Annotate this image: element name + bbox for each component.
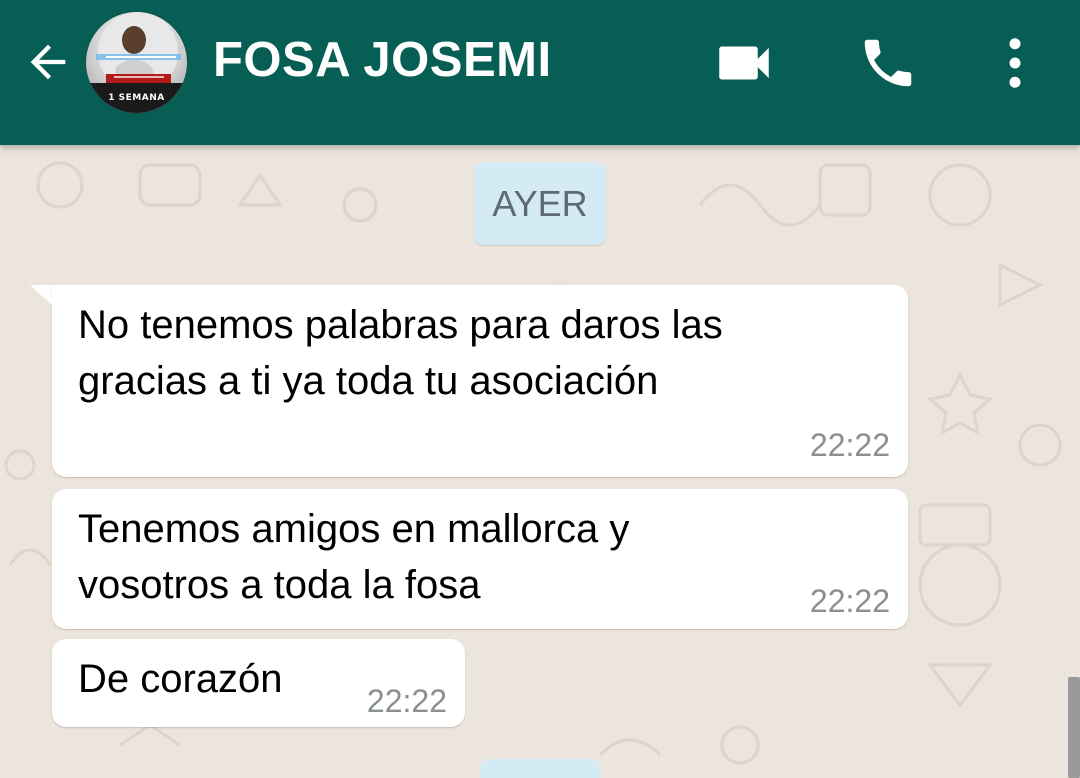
incoming-message[interactable]: De corazón 22:22 <box>52 639 465 727</box>
avatar-caption: 1 SEMANA <box>108 93 165 103</box>
back-button[interactable] <box>18 32 78 92</box>
avatar-caption-strip: 1 SEMANA <box>86 83 187 113</box>
incoming-message[interactable]: Tenemos amigos en mallorca y vosotros a … <box>52 489 908 629</box>
contact-name[interactable]: FOSA JOSEMI <box>213 32 552 88</box>
voice-call-button[interactable] <box>853 28 923 98</box>
next-date-separator <box>480 759 600 778</box>
video-camera-icon <box>719 46 769 80</box>
contact-avatar[interactable]: 1 SEMANA <box>84 10 189 115</box>
more-vert-icon <box>1009 38 1021 88</box>
scrollbar-thumb[interactable] <box>1068 677 1080 778</box>
video-call-button[interactable] <box>709 28 779 98</box>
arrow-back-icon <box>30 44 66 80</box>
message-text: De corazón <box>78 657 283 701</box>
message-time: 22:22 <box>809 583 890 619</box>
date-separator-label: AYER <box>492 182 588 224</box>
message-time: 22:22 <box>809 427 890 463</box>
phone-icon <box>864 39 912 87</box>
date-separator: AYER <box>474 162 606 245</box>
message-text: Tenemos amigos en mallorca y vosotros a … <box>78 507 630 607</box>
message-text: No tenemos palabras para daros las graci… <box>78 303 723 403</box>
chat-header: 1 SEMANA FOSA JOSEMI <box>0 0 1080 145</box>
message-time: 22:22 <box>366 683 447 719</box>
more-options-button[interactable] <box>980 28 1050 98</box>
chat-area[interactable]: AYER No tenemos palabras para daros las … <box>0 145 1080 778</box>
incoming-message[interactable]: No tenemos palabras para daros las graci… <box>52 285 908 477</box>
